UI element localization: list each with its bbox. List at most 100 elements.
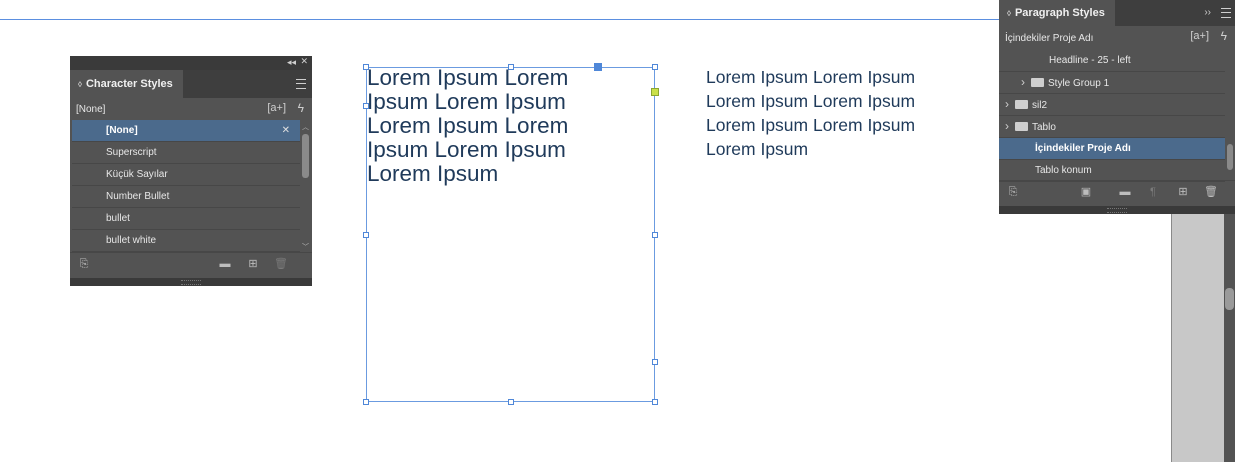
style-list-item[interactable]: Tablo konum <box>999 160 1225 182</box>
tab-paragraph-styles[interactable]: ◊ Paragraph Styles <box>999 0 1115 26</box>
document-scrollbar[interactable] <box>1224 212 1235 462</box>
panel-menu-icon[interactable] <box>1221 8 1231 18</box>
collapse-panel-icon[interactable]: ›› <box>1204 7 1211 18</box>
frame-handle[interactable] <box>652 64 658 70</box>
text-line: Lorem Ipsum Lorem <box>367 113 569 138</box>
character-styles-panel: ◂◂ ✕ ◊ Character Styles [None] [a+] ϟ [N… <box>70 56 312 286</box>
style-list-item[interactable]: [None] ✕ <box>72 120 300 142</box>
collapse-panel-icon[interactable]: ◂◂ <box>287 57 296 68</box>
in-port-handle[interactable] <box>651 88 659 96</box>
text-line: Lorem Ipsum Lorem Ipsum <box>706 67 916 87</box>
clear-overrides-icon[interactable]: ¶ <box>1147 187 1159 198</box>
style-group-item[interactable]: › Style Group 1 <box>999 72 1225 94</box>
horizontal-guide <box>0 19 1000 20</box>
chevron-right-icon[interactable]: › <box>1005 116 1015 137</box>
style-list-item[interactable]: Küçük Sayılar <box>72 164 300 186</box>
style-list-item[interactable]: bullet <box>72 208 300 230</box>
delete-style-icon[interactable]: 🗑 <box>274 259 288 270</box>
frame-handle[interactable] <box>652 232 658 238</box>
text-line: Ipsum Lorem Ipsum <box>367 137 566 162</box>
styles-scrollbar[interactable] <box>1226 52 1234 180</box>
current-style-bar: [None] [a+] ϟ <box>70 98 312 120</box>
text-line: Lorem Ipsum <box>367 161 499 186</box>
style-item-label: bullet white <box>106 235 157 246</box>
scrollbar-thumb[interactable] <box>1227 144 1233 170</box>
quick-apply-icon[interactable]: ϟ <box>298 101 304 115</box>
new-style-override-icon[interactable]: [a+] <box>267 102 286 114</box>
style-group-item[interactable]: › Tablo <box>999 116 1225 138</box>
current-style-label: İçindekiler Proje Adı <box>1005 32 1094 44</box>
text-line: Ipsum Lorem Ipsum <box>367 89 566 114</box>
panel-top-strip: ◂◂ ✕ <box>70 56 312 70</box>
panel-footer: ⎘ ▬ ⊞ 🗑 <box>70 252 312 278</box>
panel-tab-bar: ◊ Paragraph Styles ›› <box>999 0 1235 26</box>
style-item-label: Superscript <box>106 147 157 158</box>
no-edit-icon: ✕ <box>281 125 290 136</box>
frame-handle[interactable] <box>363 399 369 405</box>
folder-icon <box>1031 78 1044 87</box>
current-style-bar: İçindekiler Proje Adı [a+] ϟ <box>999 26 1235 50</box>
frame-handle[interactable] <box>652 359 658 365</box>
scroll-up-icon[interactable]: ︿ <box>301 122 310 132</box>
style-list-item[interactable]: Superscript <box>72 142 300 164</box>
style-item-label: [None] <box>106 125 138 136</box>
plain-text-content[interactable]: Lorem Ipsum Lorem Ipsum Lorem Ipsum Lore… <box>706 65 956 161</box>
style-list-item[interactable]: İçindekiler Proje Adı <box>999 138 1225 160</box>
quick-apply-icon[interactable]: ϟ <box>1221 29 1227 43</box>
paragraph-styles-list: Headline - 25 - left › Style Group 1 › sil2 ›… <box>999 50 1225 182</box>
frame-handle[interactable] <box>652 399 658 405</box>
folder-icon <box>1015 100 1028 109</box>
new-group-folder-icon[interactable]: ▬ <box>1119 187 1131 198</box>
new-style-icon[interactable]: ⊞ <box>1177 187 1189 198</box>
scroll-down-icon[interactable]: ﹀ <box>301 242 310 252</box>
text-line: Lorem Ipsum Lorem Ipsum <box>706 91 916 111</box>
style-list-item[interactable]: Headline - 25 - left <box>999 50 1225 72</box>
panel-tab-bar: ◊ Character Styles <box>70 70 312 98</box>
panel-title: Paragraph Styles <box>1014 7 1105 19</box>
load-styles-icon[interactable]: ⎘ <box>78 259 90 270</box>
style-item-label: sil2 <box>1032 100 1048 111</box>
panel-title: Character Styles <box>85 78 173 90</box>
style-list-item[interactable]: bullet white <box>72 230 300 252</box>
chevron-right-icon[interactable]: › <box>1005 94 1015 115</box>
delete-style-icon[interactable]: 🗑 <box>1204 187 1218 198</box>
frame-text-content[interactable]: Lorem Ipsum Lorem Ipsum Lorem Ipsum Lore… <box>367 66 652 186</box>
resize-grip[interactable] <box>999 206 1235 214</box>
panel-menu-icon[interactable] <box>296 79 306 89</box>
load-styles-icon[interactable]: ⎘ <box>1007 187 1019 198</box>
style-item-label: Tablo konum <box>1035 165 1092 176</box>
style-item-label: Style Group 1 <box>1048 78 1110 89</box>
text-line: Lorem Ipsum <box>706 139 809 159</box>
style-item-label: Küçük Sayılar <box>106 169 168 180</box>
pasteboard-gutter <box>1171 212 1224 462</box>
folder-icon <box>1015 122 1028 131</box>
style-group-item[interactable]: › sil2 <box>999 94 1225 116</box>
styles-scrollbar[interactable]: ︿ ﹀ <box>301 122 310 252</box>
new-style-icon[interactable]: ⊞ <box>247 259 259 270</box>
current-style-label: [None] <box>76 103 106 115</box>
panel-footer: ⎘ ▣ ▬ ¶ ⊞ 🗑 <box>999 180 1235 206</box>
style-item-label: Number Bullet <box>106 191 170 202</box>
style-item-label: Headline - 25 - left <box>1049 55 1131 66</box>
resize-grip[interactable] <box>70 278 312 286</box>
frame-handle[interactable] <box>508 399 514 405</box>
new-group-from-styles-icon[interactable]: ▣ <box>1080 187 1092 198</box>
scrollbar-thumb[interactable] <box>1225 288 1234 310</box>
chevron-right-icon[interactable]: › <box>1021 72 1031 93</box>
style-item-label: bullet <box>106 213 130 224</box>
updown-icon: ◊ <box>1007 8 1011 18</box>
tab-character-styles[interactable]: ◊ Character Styles <box>70 70 183 98</box>
updown-icon: ◊ <box>78 79 82 89</box>
scrollbar-thumb[interactable] <box>302 134 309 178</box>
new-style-override-icon[interactable]: [a+] <box>1190 30 1209 42</box>
style-item-label: Tablo <box>1032 122 1056 133</box>
new-group-folder-icon[interactable]: ▬ <box>219 259 231 270</box>
style-item-label: İçindekiler Proje Adı <box>1035 143 1131 154</box>
text-line: Lorem Ipsum Lorem Ipsum <box>706 115 916 135</box>
text-line: Lorem Ipsum Lorem <box>367 65 569 90</box>
style-list-item[interactable]: Number Bullet <box>72 186 300 208</box>
frame-handle[interactable] <box>363 232 369 238</box>
close-panel-icon[interactable]: ✕ <box>300 56 308 67</box>
character-styles-list: [None] ✕ Superscript Küçük Sayılar Number Bu… <box>72 120 300 252</box>
paragraph-styles-panel: ◊ Paragraph Styles ›› İçindekiler Proje … <box>999 0 1235 214</box>
